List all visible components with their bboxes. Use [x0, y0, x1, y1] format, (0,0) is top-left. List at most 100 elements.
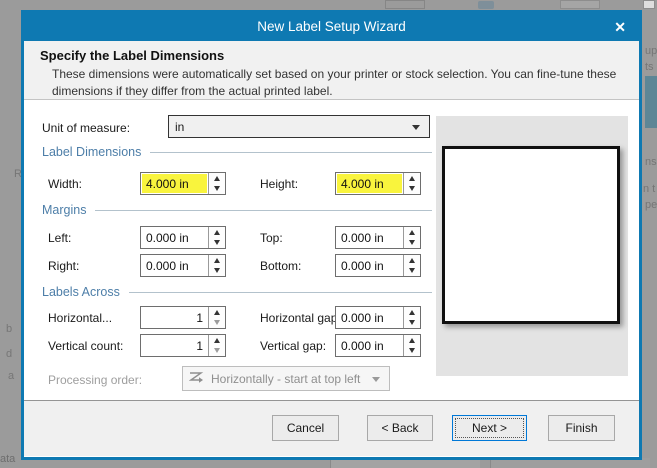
dialog-titlebar[interactable]: New Label Setup Wizard ✕ [24, 13, 639, 41]
bg-text-fragment: d [6, 348, 13, 360]
spinner-up-icon[interactable] [404, 227, 420, 238]
vertical-gap-label: Vertical gap: [260, 339, 327, 353]
spinner-down-icon[interactable] [209, 238, 225, 249]
section-labels-across: Labels Across [42, 285, 432, 299]
margin-top-input[interactable]: 0.000 in [335, 226, 421, 249]
section-margins: Margins [42, 203, 432, 217]
step-title: Specify the Label Dimensions [40, 48, 225, 63]
bg-text-fragment: ns [645, 156, 657, 168]
margin-left-value[interactable]: 0.000 in [142, 228, 207, 247]
wizard-step-header: Specify the Label Dimensions These dimen… [24, 41, 639, 100]
section-rule [95, 209, 432, 211]
vertical-gap-value[interactable]: 0.000 in [337, 336, 402, 355]
bg-toolbar-icon [385, 0, 425, 9]
horizontal-count-input[interactable]: 1 [140, 306, 226, 329]
spinner-down-icon[interactable] [404, 238, 420, 249]
label-preview-panel [436, 116, 628, 376]
spinner-up-icon[interactable] [404, 255, 420, 266]
height-value[interactable]: 4.000 in [337, 174, 402, 193]
height-input[interactable]: 4.000 in [335, 172, 421, 195]
bg-text-fragment: up [645, 45, 657, 57]
horizontal-gap-spinner [403, 307, 420, 328]
spinner-up-icon[interactable] [404, 307, 420, 318]
spinner-up-icon[interactable] [209, 173, 225, 184]
spinner-down-icon[interactable] [209, 266, 225, 277]
bg-teal-block [645, 76, 657, 128]
bg-text-fragment: ts [645, 61, 654, 73]
margin-bottom-value[interactable]: 0.000 in [337, 256, 402, 275]
next-button[interactable]: Next > [452, 415, 527, 441]
bg-gear-icon [478, 1, 494, 9]
margin-right-input[interactable]: 0.000 in [140, 254, 226, 277]
height-spinner [403, 173, 420, 194]
horizontal-gap-value[interactable]: 0.000 in [337, 308, 402, 327]
bg-text-fragment: n t [643, 183, 656, 195]
width-input[interactable]: 4.000 in [140, 172, 226, 195]
spinner-up-icon[interactable] [209, 335, 225, 346]
spinner-up-icon[interactable] [404, 173, 420, 184]
chevron-down-icon [412, 125, 420, 130]
section-title: Margins [42, 203, 87, 217]
spinner-down-icon[interactable] [209, 184, 225, 195]
new-label-setup-wizard-dialog: New Label Setup Wizard ✕ Specify the Lab… [21, 10, 642, 460]
chevron-down-icon [372, 377, 380, 382]
horizontal-gap-label: Horizontal gap: [260, 311, 341, 325]
spinner-up-icon[interactable] [209, 255, 225, 266]
width-label: Width: [48, 177, 83, 191]
spinner-down-icon[interactable] [404, 184, 420, 195]
section-rule [150, 151, 432, 153]
dialog-title: New Label Setup Wizard [257, 19, 406, 34]
vertical-count-spinner [208, 335, 225, 356]
section-title: Label Dimensions [42, 145, 142, 159]
dialog-footer: Cancel < Back Next > Finish [24, 400, 639, 456]
back-button[interactable]: < Back [367, 415, 433, 441]
margin-right-value[interactable]: 0.000 in [142, 256, 207, 275]
bg-text-fragment: a [8, 370, 15, 382]
horizontal-count-label: Horizontal... [48, 311, 113, 325]
cancel-button[interactable]: Cancel [272, 415, 339, 441]
margin-top-value[interactable]: 0.000 in [337, 228, 402, 247]
margin-left-label: Left: [48, 231, 72, 245]
margin-right-label: Right: [48, 259, 80, 273]
spinner-down-icon[interactable] [404, 266, 420, 277]
margin-bottom-input[interactable]: 0.000 in [335, 254, 421, 277]
spinner-down-icon[interactable] [209, 346, 225, 357]
unit-of-measure-label: Unit of measure: [42, 121, 131, 135]
horizontal-count-value[interactable]: 1 [142, 308, 207, 327]
processing-order-label: Processing order: [48, 373, 143, 387]
margin-left-input[interactable]: 0.000 in [140, 226, 226, 249]
vertical-count-input[interactable]: 1 [140, 334, 226, 357]
spinner-down-icon[interactable] [209, 318, 225, 329]
bg-text-fragment: pe [645, 199, 657, 211]
margin-top-spinner [403, 227, 420, 248]
margin-right-spinner [208, 255, 225, 276]
spinner-down-icon[interactable] [404, 318, 420, 329]
margin-top-label: Top: [260, 231, 283, 245]
unit-of-measure-select[interactable]: in [168, 115, 430, 138]
bg-window-icon [643, 0, 655, 9]
width-value[interactable]: 4.000 in [142, 174, 207, 193]
vertical-gap-input[interactable]: 0.000 in [335, 334, 421, 357]
vertical-count-value[interactable]: 1 [142, 336, 207, 355]
bg-text-fragment: b [6, 323, 13, 335]
vertical-count-label: Vertical count: [48, 339, 124, 353]
spinner-down-icon[interactable] [404, 346, 420, 357]
label-preview-shape [442, 146, 620, 324]
margin-bottom-spinner [403, 255, 420, 276]
z-order-icon [188, 371, 204, 387]
section-rule [128, 291, 432, 293]
bg-text-fragment: ata [0, 453, 16, 465]
spinner-up-icon[interactable] [404, 335, 420, 346]
margin-bottom-label: Bottom: [260, 259, 302, 273]
unit-of-measure-value: in [175, 119, 185, 134]
close-icon[interactable]: ✕ [614, 13, 626, 41]
step-description: These dimensions were automatically set … [52, 67, 617, 98]
horizontal-count-spinner [208, 307, 225, 328]
vertical-gap-spinner [403, 335, 420, 356]
spinner-up-icon[interactable] [209, 307, 225, 318]
finish-button[interactable]: Finish [548, 415, 615, 441]
section-title: Labels Across [42, 285, 120, 299]
spinner-up-icon[interactable] [209, 227, 225, 238]
processing-order-select: Horizontally - start at top left [182, 366, 390, 391]
horizontal-gap-input[interactable]: 0.000 in [335, 306, 421, 329]
